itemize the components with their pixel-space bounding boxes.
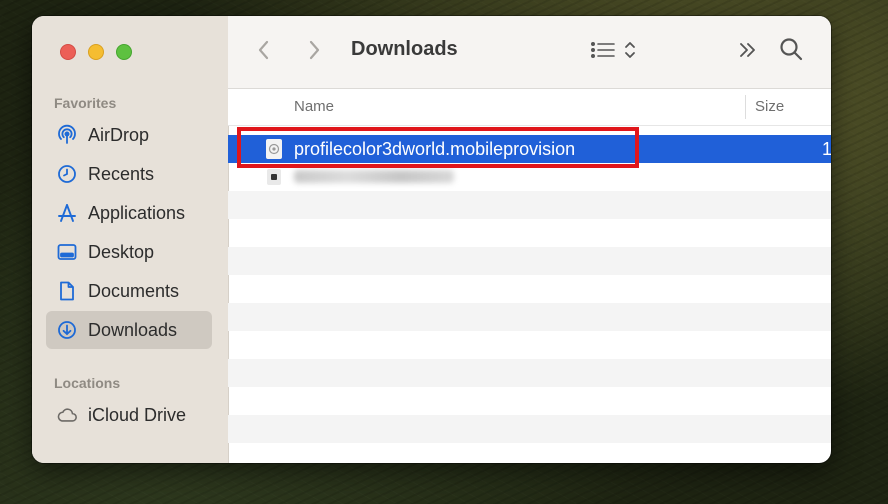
close-window-button[interactable] (60, 44, 76, 60)
forward-chevron-icon (307, 39, 321, 65)
sidebar-item-label: Downloads (88, 319, 178, 340)
file-list: profilecolor3dworld.mobileprovision 1 (228, 135, 831, 443)
list-view-icon (590, 40, 616, 64)
double-chevron-icon (737, 40, 759, 64)
desktop-icon (56, 241, 78, 263)
sidebar-item-applications[interactable]: Applications (46, 194, 212, 232)
app-file-icon (267, 169, 281, 185)
finder-window: Favorites AirDrop Recents Applications D… (32, 16, 831, 463)
zoom-window-button[interactable] (116, 44, 132, 60)
window-title: Downloads (351, 38, 458, 60)
empty-row (228, 219, 831, 247)
empty-row (228, 247, 831, 275)
sidebar-item-desktop[interactable]: Desktop (46, 233, 212, 271)
empty-row (228, 275, 831, 303)
forward-button[interactable] (302, 38, 326, 66)
back-chevron-icon (257, 39, 271, 65)
sidebar-item-label: Applications (88, 202, 186, 223)
sidebar-item-label: Documents (88, 280, 180, 301)
toolbar: Downloads (228, 16, 831, 89)
column-header: Name Size (228, 89, 831, 126)
sidebar-item-downloads[interactable]: Downloads (46, 311, 212, 349)
empty-row (228, 387, 831, 415)
column-header-size[interactable]: Size (755, 98, 784, 115)
minimize-window-button[interactable] (88, 44, 104, 60)
document-icon (56, 280, 78, 302)
chevron-up-down-icon (624, 40, 636, 64)
file-row[interactable] (228, 163, 831, 191)
column-divider[interactable] (745, 95, 746, 119)
more-toolbar-items-button[interactable] (734, 38, 762, 66)
column-header-name[interactable]: Name (294, 98, 334, 115)
mobileprovision-file-icon (266, 139, 282, 159)
file-row-selected[interactable]: profilecolor3dworld.mobileprovision 1 (228, 135, 831, 163)
file-browser: Downloads Name Size profilecolor3dworld.… (228, 16, 831, 463)
search-icon (778, 36, 804, 66)
download-icon (56, 319, 78, 341)
sidebar-item-label: AirDrop (88, 124, 150, 145)
empty-row (228, 331, 831, 359)
sidebar-item-airdrop[interactable]: AirDrop (46, 116, 212, 154)
applications-icon (56, 202, 78, 224)
file-name: profilecolor3dworld.mobileprovision (294, 139, 576, 159)
file-name-redacted (294, 170, 454, 183)
airdrop-icon (56, 124, 78, 146)
empty-row (228, 191, 831, 219)
sidebar-section-favorites: Favorites (54, 95, 117, 111)
empty-row (228, 359, 831, 387)
sidebar-section-locations: Locations (54, 375, 121, 391)
back-button[interactable] (252, 38, 276, 66)
sidebar-item-label: iCloud Drive (88, 404, 187, 425)
sidebar-item-documents[interactable]: Documents (46, 272, 212, 310)
clock-icon (56, 163, 78, 185)
sidebar: Favorites AirDrop Recents Applications D… (32, 16, 229, 463)
empty-row (228, 415, 831, 443)
search-button[interactable] (776, 36, 806, 66)
empty-row (228, 303, 831, 331)
sidebar-item-label: Desktop (88, 241, 155, 262)
sidebar-item-recents[interactable]: Recents (46, 155, 212, 193)
sidebar-item-icloud-drive[interactable]: iCloud Drive (46, 396, 212, 434)
file-size: 1 (822, 139, 831, 159)
sidebar-item-label: Recents (88, 163, 155, 184)
cloud-icon (56, 404, 78, 426)
view-options-button[interactable] (585, 38, 641, 66)
